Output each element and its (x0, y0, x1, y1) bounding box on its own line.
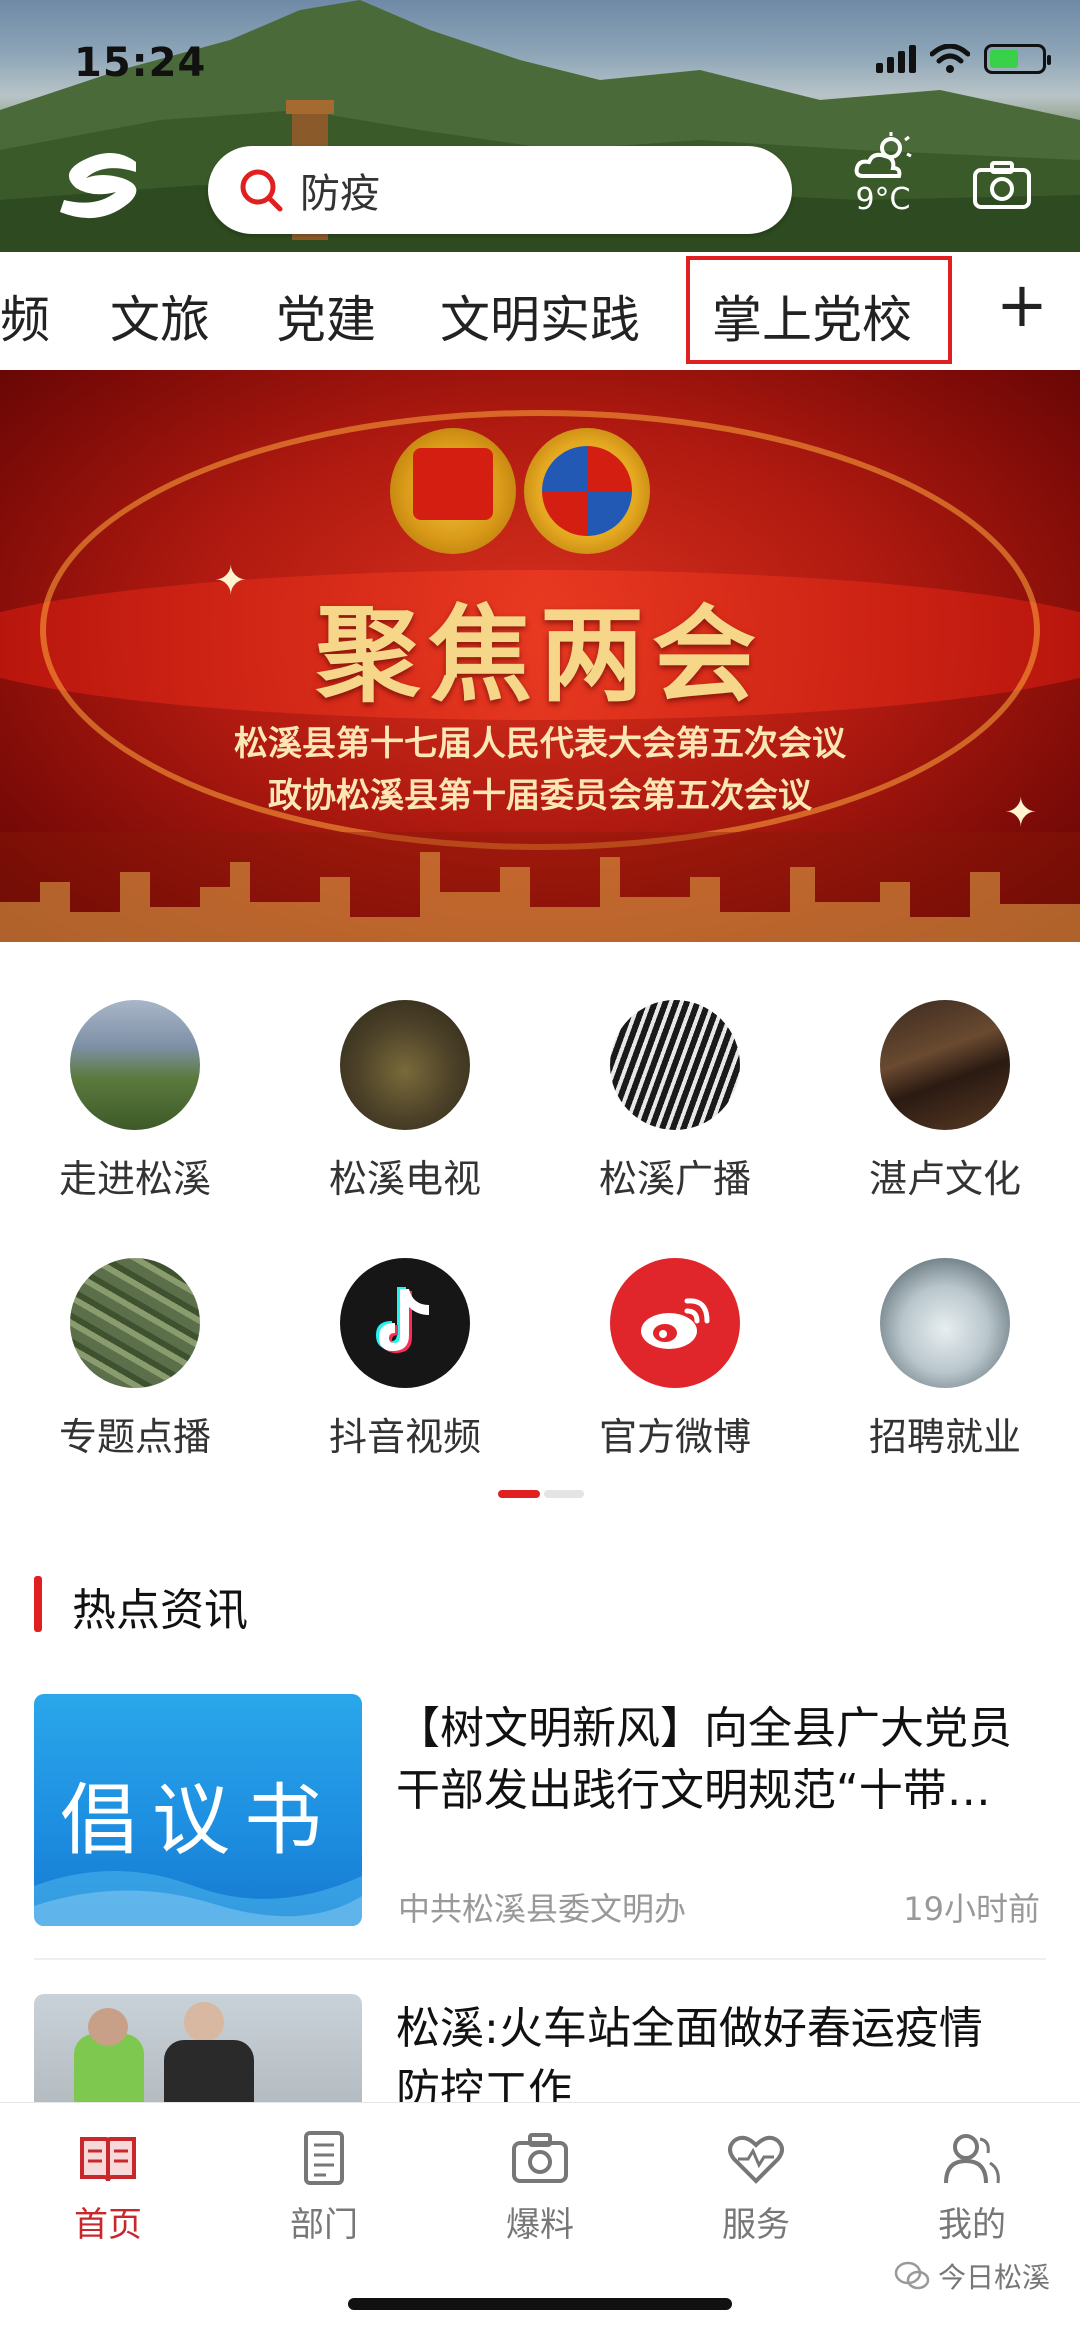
weather-temperature: 9°C (855, 182, 911, 217)
wechat-icon (894, 2261, 930, 2290)
partly-cloudy-icon (854, 132, 912, 178)
news-thumbnail-text: 倡议书 (59, 1776, 336, 1866)
app-header: 15:24 防疫 9°C (0, 0, 1080, 252)
news-time: 19小时前 (903, 1890, 1040, 1928)
search-icon (240, 169, 283, 212)
nav-home[interactable]: 首页 (0, 2131, 216, 2246)
two-sessions-banner[interactable]: ✦ ✦ 聚焦两会 松溪县第十七届人民代表大会第五次会议 政协松溪县第十届委员会第… (0, 370, 1080, 942)
national-emblem-icon (390, 428, 516, 554)
page-dot-active (498, 1490, 540, 1498)
city-skyline-image (0, 832, 1080, 942)
weather-widget[interactable]: 9°C (848, 132, 918, 217)
battery-icon (984, 44, 1051, 74)
nav-label: 我的 (938, 2205, 1006, 2245)
quick-link-label: 招聘就业 (868, 1415, 1021, 1459)
book-icon (80, 2137, 136, 2182)
nav-departments[interactable]: 部门 (216, 2131, 432, 2246)
camera-icon (512, 2133, 568, 2183)
nav-mine[interactable]: 我的 (864, 2131, 1080, 2246)
add-channel-button[interactable]: + (996, 268, 1048, 341)
nav-label: 部门 (290, 2205, 358, 2245)
cppcc-emblem-icon (524, 428, 650, 554)
terrace-thumbnail (70, 1258, 200, 1388)
mountain-thumbnail (70, 1000, 200, 1130)
quick-link-label: 走进松溪 (58, 1157, 211, 1201)
page-indicator (498, 1490, 584, 1498)
quick-link-label: 松溪广播 (598, 1157, 751, 1201)
section-title: 热点资讯 (72, 1585, 248, 1636)
quick-link-enter-songxi[interactable]: 走进松溪 (0, 1000, 270, 1203)
tab-video-partial[interactable]: 频 (0, 280, 50, 352)
quick-link-label: 湛卢文化 (868, 1157, 1021, 1201)
tab-civilization-practice[interactable]: 文明实践 (440, 280, 640, 352)
user-icon (944, 2134, 1000, 2184)
page-dot (544, 1490, 584, 1498)
news-thumbnail[interactable] (34, 1994, 362, 2104)
home-indicator[interactable] (348, 2298, 732, 2310)
status-time: 15:24 (74, 40, 207, 86)
nav-label: 爆料 (506, 2205, 574, 2245)
wechat-watermark: 今日松溪 (894, 2256, 1050, 2296)
tab-culture-travel[interactable]: 文旅 (110, 280, 210, 352)
quick-link-label: 专题点播 (58, 1415, 211, 1459)
quick-link-label: 抖音视频 (328, 1415, 481, 1459)
tab-party-building[interactable]: 党建 (276, 280, 376, 352)
status-icons (876, 44, 1051, 74)
news-title-line1[interactable]: 松溪:火车站全面做好春运疫情 (396, 1998, 1056, 2060)
news-title-line2[interactable]: 干部发出践行文明规范“十带… (396, 1760, 1056, 1822)
quick-link-official-weibo[interactable]: 官方微博 (540, 1258, 810, 1461)
heart-icon (728, 2135, 784, 2184)
section-accent-bar (34, 1576, 42, 1632)
quick-link-label: 松溪电视 (328, 1157, 481, 1201)
search-text: 防疫 (300, 171, 380, 217)
nav-report[interactable]: 爆料 (432, 2131, 648, 2246)
quick-link-songxi-radio[interactable]: 松溪广播 (540, 1000, 810, 1203)
banner-subtitle-1: 松溪县第十七届人民代表大会第五次会议 (234, 724, 846, 764)
news-source: 中共松溪县委文明办 (398, 1890, 687, 1928)
nav-label: 首页 (74, 2205, 142, 2245)
quick-link-topic-vod[interactable]: 专题点播 (0, 1258, 270, 1461)
watermark-text: 今日松溪 (937, 2261, 1050, 2294)
nav-label: 服务 (722, 2205, 790, 2245)
wifi-icon (930, 44, 970, 73)
news-title-line1[interactable]: 【树文明新风】向全县广大党员 (396, 1698, 1056, 1760)
news-thumbnail[interactable]: 倡议书 (34, 1694, 362, 1926)
highlight-box (686, 256, 952, 364)
nav-services[interactable]: 服务 (648, 2131, 864, 2246)
weibo-icon (610, 1258, 740, 1388)
pottery-thumbnail (340, 1000, 470, 1130)
search-box[interactable]: 防疫 (208, 146, 792, 234)
banner-title: 聚焦两会 (315, 593, 764, 716)
quick-link-songxi-tv[interactable]: 松溪电视 (270, 1000, 540, 1203)
sword-thumbnail (880, 1000, 1010, 1130)
cellular-signal-icon (876, 45, 916, 73)
quick-link-recruitment[interactable]: 招聘就业 (810, 1258, 1080, 1461)
camera-icon[interactable] (972, 160, 1032, 210)
document-icon (304, 2131, 344, 2185)
quick-link-zhanlu-culture[interactable]: 湛卢文化 (810, 1000, 1080, 1203)
bridge-thumbnail (610, 1000, 740, 1130)
porcelain-jar-thumbnail (880, 1258, 1010, 1388)
quick-link-label: 官方微博 (598, 1415, 751, 1459)
quick-link-douyin-video[interactable]: 抖音视频 (270, 1258, 540, 1461)
tiktok-icon (340, 1258, 470, 1388)
divider (34, 1958, 1046, 1960)
app-logo[interactable] (52, 148, 148, 224)
banner-subtitle-2: 政协松溪县第十届委员会第五次会议 (268, 776, 812, 816)
